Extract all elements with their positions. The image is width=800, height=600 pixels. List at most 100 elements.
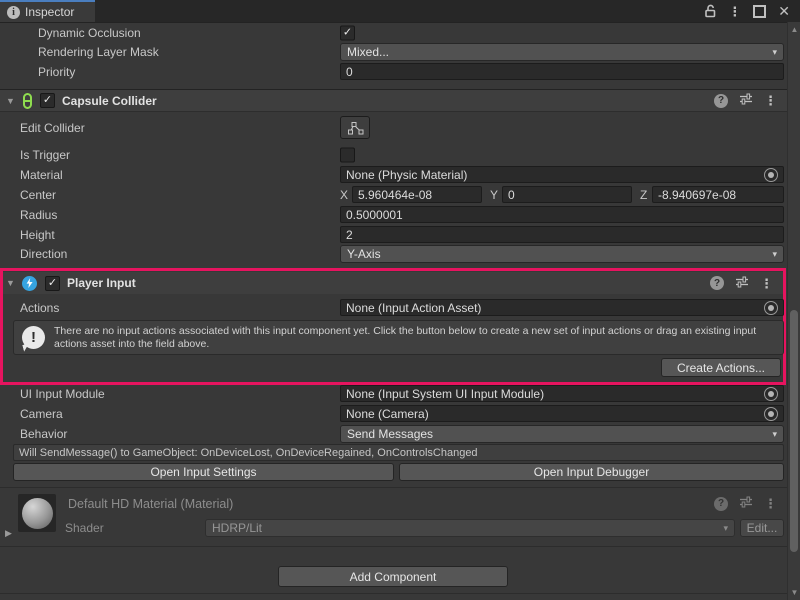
object-picker-icon[interactable]: [764, 301, 778, 315]
kebab-menu-icon[interactable]: ⋮: [760, 277, 773, 290]
ui-input-module-object-field[interactable]: None (Input System UI Input Module): [340, 385, 784, 402]
tab-bar: i Inspector ⋮ ✕: [0, 0, 800, 23]
priority-row: Priority 0: [0, 63, 787, 81]
presets-icon[interactable]: [735, 276, 749, 291]
foldout-icon[interactable]: ▼: [6, 278, 20, 288]
open-input-settings-button[interactable]: Open Input Settings: [13, 463, 394, 481]
help-icon[interactable]: ?: [710, 276, 724, 290]
material-header-title: Default HD Material (Material): [68, 497, 233, 512]
capsule-collider-enabled-checkbox[interactable]: ✓: [40, 93, 55, 108]
radius-input[interactable]: 0.5000001: [340, 206, 784, 223]
warning-icon: !: [22, 326, 45, 349]
dynamic-occlusion-checkbox[interactable]: ✓: [340, 26, 355, 41]
help-icon[interactable]: ?: [714, 94, 728, 108]
material-value: None (Physic Material): [346, 168, 467, 182]
player-input-title: Player Input: [67, 276, 136, 290]
material-label: Material: [20, 168, 63, 182]
unlock-icon[interactable]: [704, 4, 716, 18]
maximize-icon[interactable]: [753, 5, 766, 18]
is-trigger-row: Is Trigger: [0, 146, 787, 164]
chevron-down-icon: ▾: [772, 47, 777, 58]
chevron-down-icon: ▾: [772, 429, 777, 440]
chevron-down-icon: ▾: [772, 249, 777, 260]
camera-value: None (Camera): [346, 407, 429, 421]
add-component-button[interactable]: Add Component: [278, 566, 508, 587]
actions-label: Actions: [20, 301, 59, 315]
chevron-down-icon: ▾: [723, 523, 728, 534]
center-z-label: Z: [640, 188, 647, 202]
tab-title: Inspector: [25, 5, 74, 19]
shader-row: Shader HDRP/Lit ▾ Edit...: [0, 519, 787, 537]
center-row: Center X 5.960464e-08 Y 0 Z -8.940697e-0…: [0, 186, 787, 204]
actions-object-field[interactable]: None (Input Action Asset): [340, 299, 784, 316]
object-picker-icon[interactable]: [764, 407, 778, 421]
capsule-collider-title: Capsule Collider: [62, 94, 157, 108]
no-actions-help-text: There are no input actions associated wi…: [54, 325, 783, 351]
send-message-info: Will SendMessage() to GameObject: OnDevi…: [13, 444, 784, 461]
kebab-menu-icon[interactable]: ⋮: [764, 497, 777, 510]
presets-icon[interactable]: [739, 496, 753, 511]
priority-value: 0: [346, 65, 353, 79]
center-label: Center: [20, 188, 56, 202]
ui-input-module-row: UI Input Module None (Input System UI In…: [0, 385, 787, 403]
object-picker-icon[interactable]: [764, 387, 778, 401]
actions-value: None (Input Action Asset): [346, 301, 481, 315]
edit-collider-button[interactable]: [340, 116, 370, 139]
height-input[interactable]: 2: [340, 226, 784, 243]
direction-dropdown[interactable]: Y-Axis ▾: [340, 245, 784, 263]
rendering-layer-mask-label: Rendering Layer Mask: [38, 45, 159, 59]
is-trigger-checkbox[interactable]: [340, 148, 355, 163]
player-input-highlight-box: ▼ ✓ Player Input ? ⋮ Actions None (Input…: [0, 268, 786, 385]
center-x-value: 5.960464e-08: [358, 188, 432, 202]
center-x-input[interactable]: 5.960464e-08: [352, 186, 482, 203]
kebab-menu-icon[interactable]: ⋮: [764, 94, 777, 107]
no-actions-helpbox: ! There are no input actions associated …: [13, 320, 784, 355]
scroll-down-icon[interactable]: ▼: [788, 588, 800, 597]
center-y-input[interactable]: 0: [502, 186, 632, 203]
window-menu-icon[interactable]: ⋮: [728, 5, 741, 18]
open-input-debugger-button[interactable]: Open Input Debugger: [399, 463, 784, 481]
presets-icon[interactable]: [739, 93, 753, 108]
ui-input-module-value: None (Input System UI Input Module): [346, 387, 544, 401]
shader-value: HDRP/Lit: [212, 521, 262, 535]
radius-label: Radius: [20, 208, 57, 222]
material-row: Material None (Physic Material): [0, 166, 787, 184]
capsule-collider-icon: [23, 93, 32, 109]
shader-label: Shader: [65, 521, 104, 535]
height-value: 2: [346, 228, 353, 242]
behavior-dropdown[interactable]: Send Messages ▾: [340, 425, 784, 443]
help-icon[interactable]: ?: [714, 497, 728, 511]
scrollbar-thumb[interactable]: [790, 310, 798, 552]
object-picker-icon[interactable]: [764, 168, 778, 182]
edit-collider-icon: [347, 121, 364, 135]
radius-value: 0.5000001: [346, 208, 403, 222]
camera-object-field[interactable]: None (Camera): [340, 405, 784, 422]
vertical-scrollbar[interactable]: ▲ ▼: [787, 22, 800, 600]
player-input-header[interactable]: ▼ ✓ Player Input ? ⋮: [3, 272, 783, 294]
dynamic-occlusion-row: Dynamic Occlusion ✓: [0, 24, 787, 42]
scroll-up-icon[interactable]: ▲: [788, 25, 800, 34]
check-icon: ✓: [343, 28, 352, 39]
priority-label: Priority: [38, 65, 75, 79]
player-input-enabled-checkbox[interactable]: ✓: [45, 276, 60, 291]
capsule-collider-header[interactable]: ▼ ✓ Capsule Collider ? ⋮: [0, 89, 787, 112]
material-header-icons: ? ⋮: [714, 496, 777, 511]
center-z-input[interactable]: -8.940697e-08: [652, 186, 784, 203]
close-icon[interactable]: ✕: [778, 4, 790, 18]
player-input-icon: [22, 276, 37, 291]
foldout-icon[interactable]: ▼: [6, 96, 20, 106]
material-object-field[interactable]: None (Physic Material): [340, 166, 784, 183]
behavior-label: Behavior: [20, 427, 67, 441]
direction-value: Y-Axis: [347, 247, 381, 261]
shader-edit-button[interactable]: Edit...: [740, 519, 784, 537]
priority-input[interactable]: 0: [340, 63, 784, 80]
section-divider: [0, 546, 787, 547]
footer-divider: [0, 593, 787, 594]
center-x-label: X: [340, 188, 348, 202]
height-row: Height 2: [0, 226, 787, 244]
rendering-layer-mask-dropdown[interactable]: Mixed... ▾: [340, 43, 784, 61]
create-actions-button[interactable]: Create Actions...: [661, 358, 781, 377]
tab-inspector[interactable]: i Inspector: [0, 0, 95, 22]
section-divider: [0, 487, 787, 488]
shader-dropdown[interactable]: HDRP/Lit ▾: [205, 519, 735, 537]
